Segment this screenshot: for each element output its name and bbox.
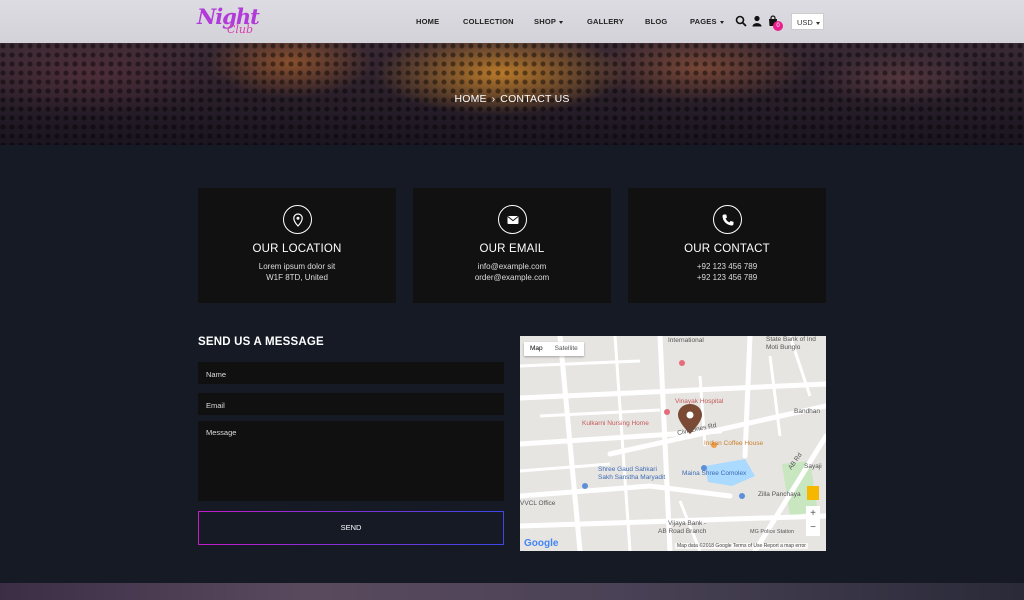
chevron-down-icon (815, 21, 820, 25)
google-logo: Google (524, 538, 559, 549)
map-label-sayaji: Sayaji (804, 463, 822, 470)
breadcrumb: HOME › CONTACT US (0, 93, 1024, 105)
map-label-moti-bunglow: Moti Bunglo (766, 344, 801, 351)
map-label-shree-gaud: Shree Gaud Sahkari (598, 466, 657, 473)
map-label-vinayak: Vinayak Hospital (675, 398, 724, 405)
email-title: OUR EMAIL (479, 243, 545, 255)
map-label-mg-police: MG Police Station (750, 529, 795, 535)
zoom-in-button[interactable]: + (806, 507, 820, 521)
map-label-ab-road-branch: AB Road Branch (658, 528, 707, 535)
location-card: OUR LOCATION Lorem ipsum dolor sit W1F 8… (198, 188, 396, 303)
zoom-out-button[interactable]: − (806, 521, 820, 535)
send-button[interactable]: SEND (198, 511, 504, 545)
contact-line-1[interactable]: +92 123 456 789 (628, 262, 826, 271)
map-label-vijaya: Vijaya Bank - (668, 520, 707, 527)
chevron-down-icon (719, 20, 724, 24)
logo[interactable]: Night Club (197, 4, 260, 38)
email-line-2[interactable]: order@example.com (413, 273, 611, 282)
contact-line-2[interactable]: +92 123 456 789 (628, 273, 826, 282)
cart-count-badge: 0 (773, 21, 783, 31)
map-pin-icon (283, 205, 312, 234)
nav-pages-label: PAGES (690, 17, 717, 26)
message-placeholder: Message (206, 428, 237, 437)
nav-blog[interactable]: BLOG (645, 17, 667, 26)
chevron-right-icon: › (491, 94, 496, 105)
map-tab-satellite[interactable]: Satellite (549, 342, 584, 356)
location-line-1: Lorem ipsum dolor sit (258, 262, 336, 271)
breadcrumb-home[interactable]: HOME (454, 93, 486, 105)
message-field[interactable]: Message (198, 421, 504, 501)
search-icon[interactable] (735, 15, 747, 27)
form-title: SEND US A MESSAGE (198, 336, 324, 348)
phone-icon (713, 205, 742, 234)
google-map[interactable]: Map Satellite International State Bank o… (520, 336, 826, 551)
contact-card: OUR CONTACT +92 123 456 789 +92 123 456 … (628, 188, 826, 303)
nav-shop[interactable]: SHOP (534, 17, 564, 26)
email-card: OUR EMAIL info@example.com order@example… (413, 188, 611, 303)
footer-banner (0, 583, 1024, 600)
hero-banner: HOME › CONTACT US (0, 43, 1024, 145)
map-label-zilla: Zilla Panchaya (758, 491, 801, 498)
nav-gallery[interactable]: GALLERY (587, 17, 624, 26)
site-header: Night Club HOME COLLECTION SHOP GALLERY … (0, 0, 1024, 43)
map-label-kulkarni: Kulkarni Nursing Home (582, 420, 649, 427)
map-label-state-bank: State Bank of Ind (766, 336, 816, 343)
breadcrumb-current: CONTACT US (500, 93, 570, 105)
email-placeholder: Email (206, 401, 225, 410)
email-line-1[interactable]: info@example.com (413, 262, 611, 271)
map-label-vvcl: VVCL Office (520, 500, 556, 507)
nav-collection[interactable]: COLLECTION (463, 17, 514, 26)
currency-value: USD (797, 18, 813, 27)
map-label-sakh: Sakh Sanstha Maryadit (598, 474, 666, 481)
currency-select[interactable]: USD (791, 13, 824, 30)
name-field[interactable]: Name (198, 362, 504, 384)
envelope-icon (498, 205, 527, 234)
map-label-international: International (668, 337, 704, 344)
nav-shop-label: SHOP (534, 17, 557, 26)
map-label-maina: Maina Shree Comolex (682, 470, 747, 477)
map-type-tabs: Map Satellite (524, 342, 584, 356)
location-title: OUR LOCATION (252, 243, 342, 255)
contact-title: OUR CONTACT (684, 243, 770, 255)
map-tab-map[interactable]: Map (524, 342, 549, 356)
map-label-indian-coffee: Indian Coffee House (704, 440, 764, 447)
chevron-down-icon (559, 20, 564, 24)
nav-pages[interactable]: PAGES (690, 17, 724, 26)
email-field[interactable]: Email (198, 393, 504, 415)
map-label-bandhan: Bandhan (794, 408, 821, 415)
user-icon[interactable] (751, 15, 763, 27)
name-placeholder: Name (206, 370, 227, 379)
location-line-2: W1F 8TD, United (266, 273, 328, 282)
logo-text-club: Club (227, 23, 254, 36)
nav-home[interactable]: HOME (416, 17, 439, 26)
map-roads (520, 336, 826, 551)
map-footer: Map data ©2018 Google Terms of Use Repor… (675, 543, 808, 549)
